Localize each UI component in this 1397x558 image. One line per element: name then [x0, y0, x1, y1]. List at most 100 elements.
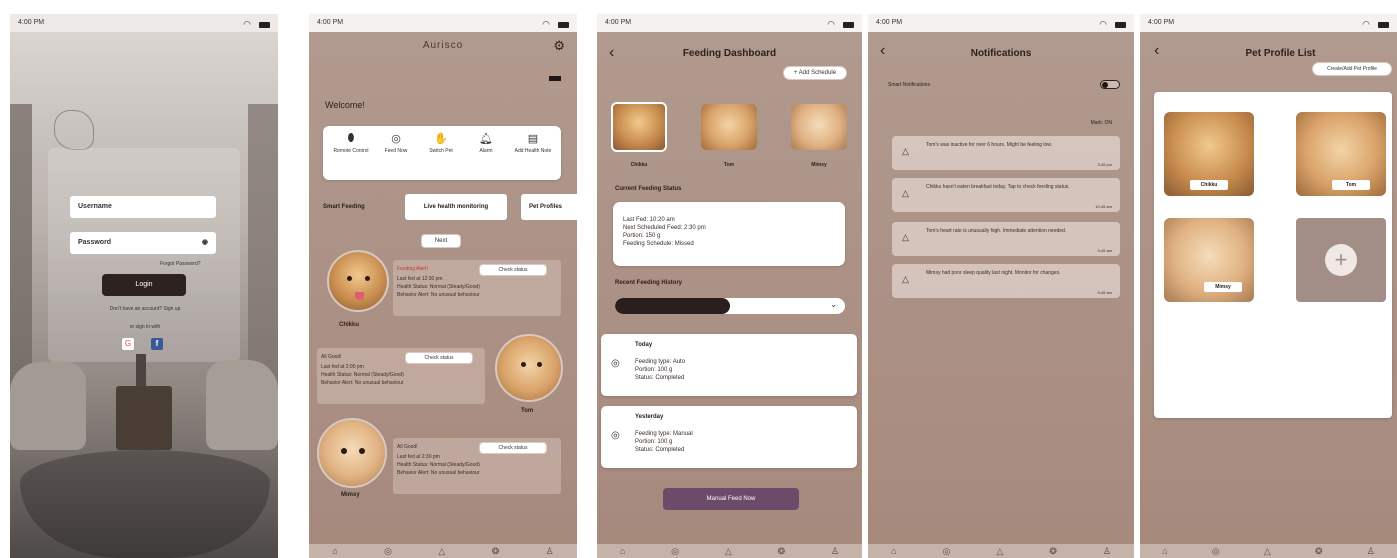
action-label: Switch Pet: [429, 148, 453, 154]
notification-item[interactable]: △ Tom's heart rate is unusually high. Im…: [892, 222, 1120, 256]
login-button[interactable]: Login: [102, 274, 186, 296]
home-icon[interactable]: ⌂: [332, 546, 337, 556]
bowl-icon[interactable]: ◎: [671, 546, 679, 557]
pet-photo-tom[interactable]: [495, 334, 563, 402]
battery-icon: [1378, 21, 1389, 28]
wifi-icon: ◠: [1099, 19, 1107, 29]
info-line: Health Status: Normal (Steady/Good): [397, 284, 480, 290]
pet-selector-chikku[interactable]: [611, 102, 667, 152]
pet-selector-mimsy[interactable]: [791, 104, 847, 150]
action-alarm[interactable]: 🔔︎ Alarm: [466, 132, 506, 154]
profile-tile-mimsy[interactable]: Mimsy: [1164, 218, 1254, 302]
bowl-icon: ◎: [611, 358, 620, 369]
status-time: 4:00 PM: [876, 19, 903, 26]
pet-photo-mimsy[interactable]: [317, 418, 387, 488]
pet-selector-tom[interactable]: [701, 104, 757, 150]
menu-indicator[interactable]: [549, 76, 561, 81]
profile-icon[interactable]: ♙: [1367, 546, 1375, 557]
next-button[interactable]: Next: [421, 234, 461, 248]
notification-item[interactable]: △ Tom's was inactive for over 6 hours. M…: [892, 136, 1120, 170]
profile-icon[interactable]: ♙: [831, 546, 839, 557]
eye-icon[interactable]: ◉: [202, 238, 208, 246]
bowl-icon[interactable]: ◎: [1212, 546, 1220, 557]
armchair-left: [10, 362, 86, 450]
entry-day: Today: [635, 342, 653, 348]
profile-tile-chikku[interactable]: Chikku: [1164, 112, 1254, 196]
notifications-screen: 4:00 PM ◠ ‹ Notifications Smart Notifica…: [868, 14, 1134, 558]
smart-notifications-toggle[interactable]: [1100, 80, 1120, 89]
settings-gear-icon[interactable]: ⚙: [553, 38, 565, 54]
entry-line: Feeding type: Manual: [635, 431, 693, 437]
check-status-button[interactable]: Check status: [405, 352, 473, 364]
paw-icon[interactable]: ❂: [492, 546, 500, 557]
quick-actions-card: ⬮ Remote Control ◎ Feed Now ✋ Switch Pet…: [323, 126, 561, 180]
paw-icon[interactable]: ❂: [1315, 546, 1323, 557]
tab-smart-feeding[interactable]: Smart Feeding: [323, 204, 365, 210]
bell-icon[interactable]: △: [725, 546, 732, 557]
wifi-icon: ◠: [1362, 19, 1370, 29]
manual-feed-button[interactable]: Manual Feed Now: [663, 488, 799, 510]
notification-text: Tom's was inactive for over 6 hours. Mig…: [926, 142, 1053, 148]
profile-icon[interactable]: ♙: [546, 546, 554, 557]
home-icon[interactable]: ⌂: [620, 546, 625, 556]
add-pet-tile[interactable]: +: [1296, 218, 1386, 302]
password-field[interactable]: Password ◉: [70, 232, 216, 254]
history-entry-today[interactable]: Today ◎ Feeding type: Auto Portion: 100 …: [601, 334, 857, 396]
profile-name-tag: Chikku: [1190, 180, 1228, 190]
battery-icon: [1115, 21, 1126, 28]
action-label: Remote Control: [333, 148, 369, 154]
bell-icon: 🔔︎: [479, 133, 493, 145]
bell-icon[interactable]: △: [996, 546, 1003, 557]
chevron-down-icon: ⌄: [830, 300, 837, 309]
forgot-password-link[interactable]: Forgot Password?: [160, 261, 201, 267]
eye: [359, 448, 365, 454]
info-line: Health Status: Normal (Steady/Good): [321, 372, 404, 378]
current-status-card: Last Fed: 10:20 am Next Scheduled Feed: …: [613, 202, 845, 266]
pet-photo-chikku[interactable]: [327, 250, 389, 312]
history-entry-yesterday[interactable]: Yesterday ◎ Feeding type: Manual Portion…: [601, 406, 857, 468]
action-switch-pet[interactable]: ✋ Switch Pet: [421, 132, 461, 154]
status-icons: ◠: [243, 19, 270, 30]
add-schedule-button[interactable]: + Add Schedule: [783, 66, 847, 80]
status-icons: ◠: [1099, 19, 1126, 30]
paw-icon[interactable]: ❂: [778, 546, 786, 557]
bathtub: [20, 450, 270, 558]
create-profile-button[interactable]: Create/Add Pet Profile: [1312, 62, 1392, 76]
tab-live-health[interactable]: Live health monitoring: [405, 194, 507, 220]
action-feed-now[interactable]: ◎ Feed Now: [376, 132, 416, 154]
entry-line: Portion: 100 g: [635, 439, 673, 445]
wifi-icon: ◠: [827, 19, 835, 29]
tab-pet-profiles[interactable]: Pet Profiles: [521, 194, 577, 220]
bowl-icon[interactable]: ◎: [942, 546, 950, 557]
signup-link[interactable]: Don't have an account? Sign up: [80, 306, 210, 312]
paw-icon[interactable]: ❂: [1049, 546, 1057, 557]
notification-item[interactable]: △ Mimsy had poor sleep quality last nigh…: [892, 264, 1120, 298]
home-icon[interactable]: ⌂: [891, 546, 896, 556]
alert-text: All Good!: [397, 444, 418, 450]
mark-all-text[interactable]: Mark: ON: [1091, 120, 1112, 126]
action-remote-control[interactable]: ⬮ Remote Control: [331, 132, 371, 154]
pet-image: [701, 104, 757, 150]
bell-icon[interactable]: △: [438, 546, 445, 557]
check-status-button[interactable]: Check status: [479, 264, 547, 276]
profile-tile-tom[interactable]: Tom: [1296, 112, 1386, 196]
pet-card-chikku: Feeding Alert! Check status Last fed at …: [393, 260, 561, 316]
history-dropdown[interactable]: ⌄: [615, 298, 845, 314]
username-field[interactable]: Username: [70, 196, 216, 218]
status-line: Portion: 150 g: [623, 233, 661, 239]
profile-icon[interactable]: ♙: [1103, 546, 1111, 557]
bowl-icon[interactable]: ◎: [384, 546, 392, 557]
check-status-button[interactable]: Check status: [479, 442, 547, 454]
toggle-knob: [1102, 82, 1108, 88]
pet-image: [613, 104, 665, 150]
action-add-health-note[interactable]: ▤ Add Health Note: [513, 132, 553, 154]
google-icon[interactable]: G: [122, 338, 134, 350]
home-icon[interactable]: ⌂: [1162, 546, 1167, 556]
bottle-icon: ⬮: [347, 132, 355, 144]
curtain-left: [10, 104, 32, 404]
info-line: Health Status: Normal (Steady/Good): [397, 462, 480, 468]
notification-item[interactable]: △ Chikku hasn't eaten breakfast today. T…: [892, 178, 1120, 212]
bell-icon[interactable]: △: [1264, 546, 1271, 557]
facebook-icon[interactable]: f: [151, 338, 163, 350]
eye: [347, 276, 352, 281]
